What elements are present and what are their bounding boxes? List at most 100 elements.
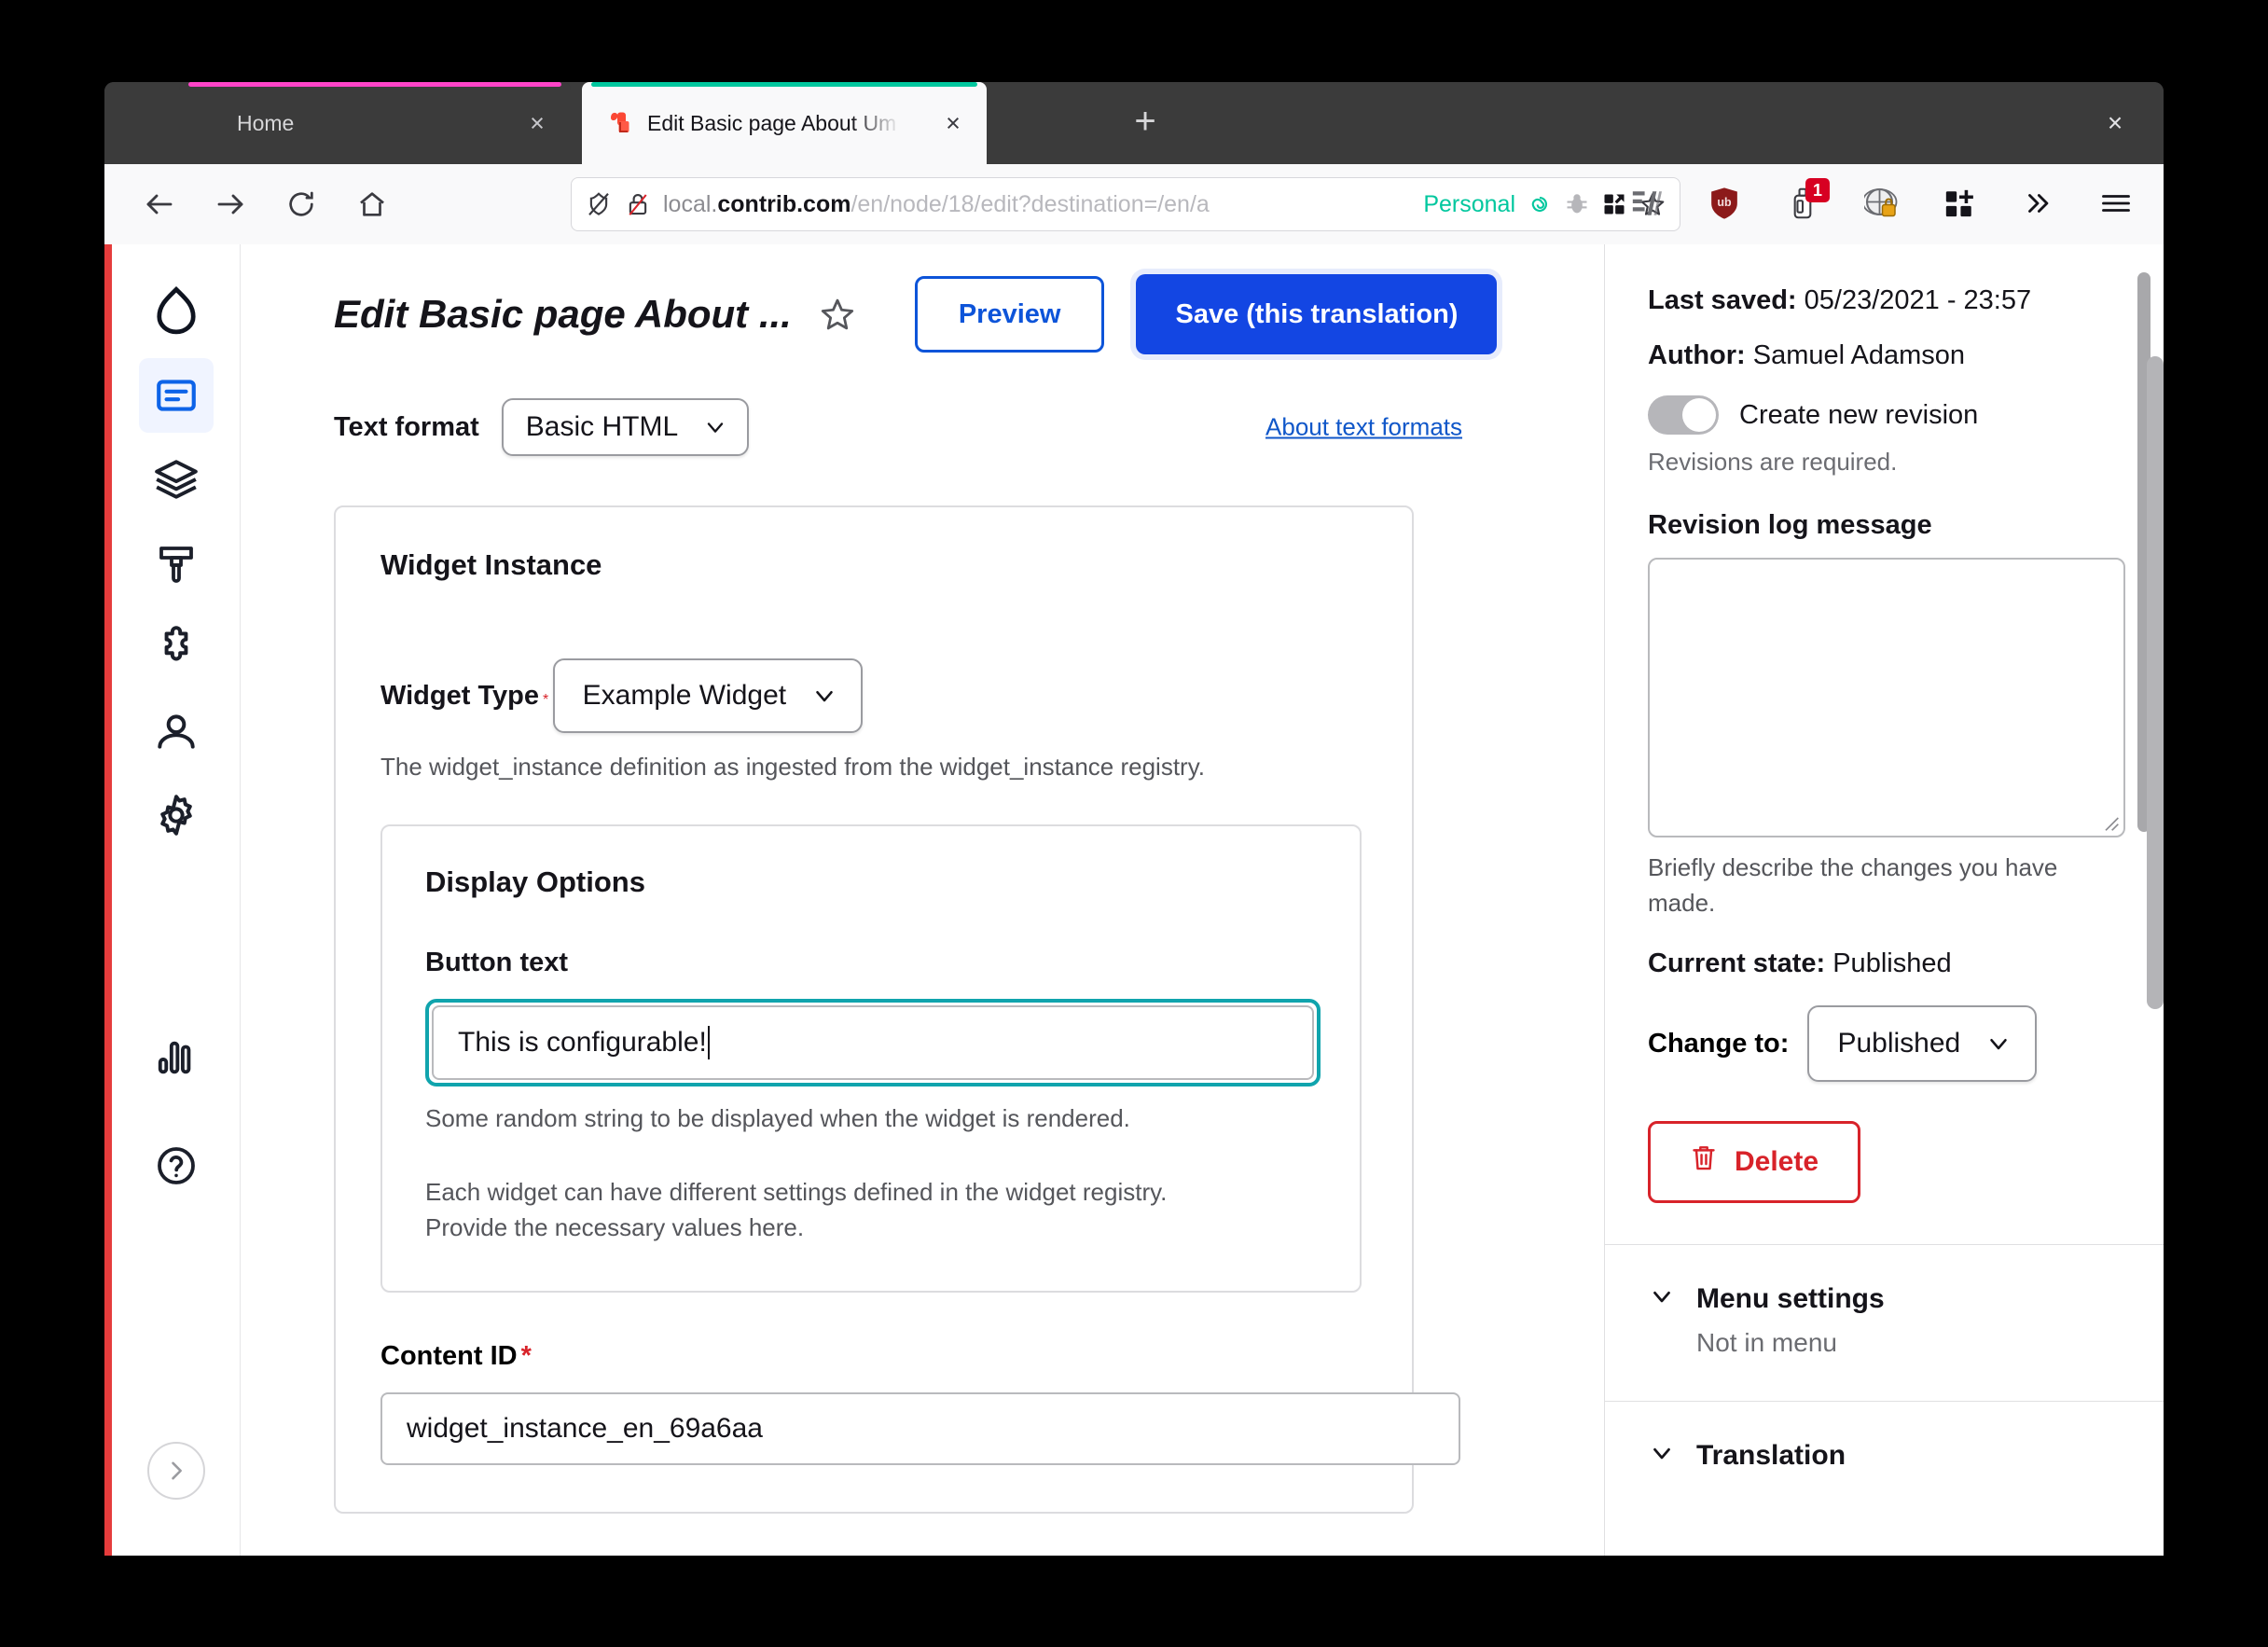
tab-accent-active — [591, 82, 977, 87]
button-text-help: Some random string to be displayed when … — [425, 1103, 1130, 1132]
sidebar-item-appearance[interactable] — [139, 526, 214, 601]
moderation-state-select[interactable]: Published — [1807, 1005, 2038, 1083]
menu-settings-accordion[interactable]: Menu settings — [1648, 1282, 2121, 1315]
back-icon[interactable] — [132, 177, 187, 231]
preview-button[interactable]: Preview — [914, 276, 1105, 353]
revision-log-label: Revision log message — [1648, 510, 1932, 540]
forward-icon[interactable] — [203, 177, 257, 231]
node-edit-form: Text format Basic HTML About text format… — [241, 384, 1604, 1556]
widget-type-value: Example Widget — [582, 680, 787, 711]
revisions-required-note: Revisions are required. — [1648, 448, 1898, 476]
button-text-focus-ring: This is configurable! — [425, 998, 1321, 1086]
chevron-down-icon — [810, 682, 838, 710]
widget-type-select[interactable]: Example Widget — [552, 658, 864, 733]
overflow-chevrons-icon[interactable] — [2012, 176, 2063, 230]
page-scrollbar[interactable] — [2147, 244, 2164, 1556]
admin-toolbar — [112, 244, 241, 1556]
drupal-droplet-logo[interactable] — [139, 274, 214, 349]
last-saved-label: Last saved: — [1648, 285, 1797, 315]
content-id-label: Content ID — [380, 1340, 518, 1371]
widget-instance-card: Widget Instance Widget Type * Example Wid… — [334, 505, 1460, 1514]
author-label: Author: — [1648, 340, 1746, 370]
browser-tab-edit-basic-page[interactable]: Edit Basic page About Um × — [582, 82, 987, 164]
url-text[interactable]: local.contrib.com/en/node/18/edit?destin… — [663, 191, 1412, 218]
trash-icon — [1690, 1143, 1718, 1181]
create-revision-row[interactable]: Create new revision — [1648, 395, 2121, 435]
add-grid-icon[interactable] — [1934, 176, 1984, 230]
page-title: Edit Basic page About ... — [334, 292, 792, 336]
change-to-label: Change to: — [1648, 1028, 1790, 1059]
clear-cache-icon[interactable]: 1 — [1777, 176, 1830, 230]
reload-icon[interactable] — [274, 177, 328, 231]
change-to-row: Change to: Published — [1648, 1005, 2121, 1083]
text-format-select[interactable]: Basic HTML — [501, 398, 750, 456]
url-path: /en/node/18/edit?destination=/en/a — [850, 190, 1210, 217]
navigation-bar: local.contrib.com/en/node/18/edit?destin… — [104, 164, 2164, 244]
stylus-icon[interactable] — [1621, 176, 1671, 230]
url-bar[interactable]: local.contrib.com/en/node/18/edit?destin… — [571, 177, 1680, 231]
toggle-knob — [1682, 398, 1716, 432]
insecure-lock-icon[interactable] — [624, 190, 652, 218]
url-prefix: local. — [663, 190, 718, 217]
tab-title-home: Home — [237, 110, 295, 135]
text-format-label: Text format — [334, 411, 479, 442]
current-state-row: Current state: Published — [1648, 948, 2121, 979]
browser-window: Home × Edit Basic page About Um × + × lo… — [104, 82, 2164, 1556]
revision-log-textarea[interactable] — [1648, 558, 2125, 837]
sidebar-item-structure[interactable] — [139, 442, 214, 517]
sidebar-divider — [1605, 1244, 2164, 1246]
content-id-input[interactable]: widget_instance_en_69a6aa — [380, 1391, 1460, 1465]
required-marker: * — [542, 692, 549, 708]
sidebar-item-help[interactable] — [139, 1128, 214, 1203]
browser-tab-home[interactable]: Home × — [179, 82, 571, 164]
app-menu-icon[interactable] — [2091, 176, 2141, 230]
sidebar-item-content[interactable] — [138, 358, 214, 433]
toolbar-expand-button[interactable] — [146, 1442, 205, 1500]
text-format-value: Basic HTML — [525, 411, 679, 442]
button-text-field: Button text This is configurable! Some r… — [425, 947, 1321, 1137]
change-to-value: Published — [1837, 1028, 1961, 1059]
button-text-label: Button text — [425, 947, 569, 977]
main-content: Edit Basic page About ... Preview Save (… — [241, 244, 1604, 1556]
bug-debug-icon[interactable] — [1564, 191, 1590, 217]
tab-strip: Home × Edit Basic page About Um × + × — [104, 82, 2164, 164]
home-icon[interactable] — [345, 177, 399, 231]
extensions-toolbar: ub 1 — [1621, 176, 2141, 230]
sidebar-item-reports[interactable] — [139, 1020, 214, 1095]
sidebar-item-configuration[interactable] — [139, 778, 214, 852]
button-text-input[interactable]: This is configurable! — [432, 1004, 1314, 1080]
privacy-globe-icon[interactable] — [1856, 176, 1906, 230]
container-tab-label[interactable]: Personal — [1423, 191, 1515, 218]
widget-type-label: Widget Type — [380, 681, 539, 711]
screenshot-root: Home × Edit Basic page About Um × + × lo… — [0, 0, 2268, 1647]
current-state-value: Published — [1832, 948, 1952, 979]
about-text-formats-link[interactable]: About text formats — [1265, 413, 1462, 442]
chevron-down-icon — [1648, 1282, 1676, 1315]
text-format-row: Text format Basic HTML About text format… — [334, 384, 1462, 470]
sidebar-item-people[interactable] — [139, 694, 214, 768]
save-translation-button[interactable]: Save (this translation) — [1136, 274, 1498, 354]
window-close-button[interactable]: × — [2095, 103, 2136, 144]
chevron-down-icon — [1984, 1030, 2012, 1058]
resize-grip-icon[interactable] — [2101, 813, 2120, 832]
current-state-label: Current state: — [1648, 948, 1826, 979]
author-row: Author: Samuel Adamson — [1648, 340, 2121, 371]
ublock-origin-icon[interactable]: ub — [1699, 176, 1749, 230]
chevron-down-icon — [702, 414, 728, 440]
widget-type-help: The widget_instance definition as ingest… — [380, 753, 1206, 781]
tab-close-edit[interactable]: × — [934, 104, 972, 142]
page-header: Edit Basic page About ... Preview Save (… — [241, 244, 1604, 384]
star-icon[interactable] — [816, 293, 859, 336]
required-marker: * — [520, 1340, 532, 1371]
node-meta-sidebar: Last saved: 05/23/2021 - 23:57 Author: S… — [1604, 244, 2164, 1556]
page-scrollbar-thumb[interactable] — [2147, 356, 2164, 1009]
delete-button[interactable]: Delete — [1648, 1121, 1860, 1204]
create-revision-toggle[interactable] — [1648, 395, 1719, 435]
translation-accordion[interactable]: Translation — [1648, 1439, 2121, 1472]
sidebar-item-extend[interactable] — [139, 610, 214, 685]
tracking-protection-off-icon[interactable] — [585, 190, 613, 218]
new-tab-button[interactable]: + — [1121, 99, 1169, 147]
tab-close-home[interactable]: × — [519, 104, 556, 142]
widget-type-field: Widget Type * Example Widget The widget_i… — [380, 634, 1367, 785]
last-saved-row: Last saved: 05/23/2021 - 23:57 — [1648, 285, 2121, 316]
